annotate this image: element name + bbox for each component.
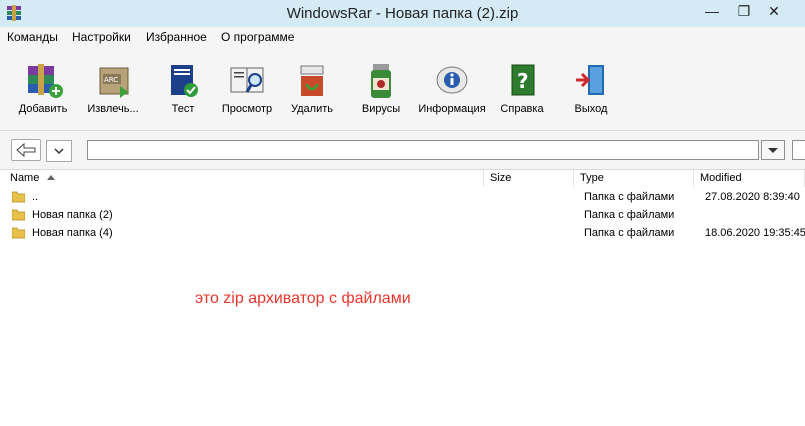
folder-icon [12, 227, 25, 239]
folder-icon [12, 209, 25, 221]
info-icon [436, 66, 468, 94]
minimize-button[interactable]: — [698, 0, 726, 22]
delete-label: Удалить [291, 103, 333, 115]
address-input[interactable] [87, 140, 759, 160]
extract-icon: ARC [99, 67, 129, 98]
file-type: Папка с файлами [584, 227, 675, 239]
exit-icon [576, 65, 604, 95]
menu-commands[interactable]: Команды [7, 30, 58, 44]
exit-button[interactable]: Выход [551, 60, 631, 128]
column-type[interactable]: Type [574, 170, 694, 187]
view-icon [230, 67, 264, 93]
file-row[interactable]: .. Папка с файлами 27.08.2020 8:39:40 [0, 188, 805, 206]
add-button[interactable]: Добавить [3, 60, 83, 128]
virus-scan-button[interactable]: Вирусы [341, 60, 421, 128]
title-bar: WindowsRar - Новая папка (2).zip — ❐ ✕ [0, 0, 805, 27]
close-button[interactable]: ✕ [760, 0, 788, 22]
triangle-down-icon [768, 148, 778, 153]
back-arrow-icon [16, 142, 36, 158]
add-archive-icon [28, 64, 63, 98]
file-name: Новая папка (4) [32, 227, 113, 239]
window-title: WindowsRar - Новая папка (2).zip [286, 5, 519, 22]
file-list-header: Name Size Type Modified [0, 170, 805, 187]
file-name: .. [32, 191, 39, 203]
file-name: Новая папка (2) [32, 209, 113, 221]
help-icon: ? [511, 64, 535, 96]
menu-about[interactable]: О программе [221, 30, 294, 44]
history-dropdown-button[interactable] [46, 140, 72, 162]
file-row[interactable]: Новая папка (2) Папка с файлами [0, 206, 805, 224]
maximize-button[interactable]: ❐ [730, 0, 758, 22]
exit-label: Выход [574, 103, 608, 115]
menu-bar: Команды Настройки Избранное О программе [0, 27, 805, 48]
annotation-text: это zip архиватор с файлами [195, 290, 411, 307]
extract-button[interactable]: ARC Извлечь... [73, 60, 153, 128]
svg-text:?: ? [517, 69, 529, 93]
file-row[interactable]: Новая папка (4) Папка с файлами 18.06.20… [0, 224, 805, 242]
column-size[interactable]: Size [484, 170, 574, 187]
info-label: Информация [418, 103, 486, 115]
info-button[interactable]: Информация [412, 60, 492, 128]
address-bar [0, 131, 805, 170]
file-type: Папка с файлами [584, 191, 675, 203]
svg-text:ARC: ARC [104, 76, 118, 84]
add-label: Добавить [18, 103, 68, 115]
delete-button[interactable]: Удалить [272, 60, 352, 128]
file-type: Папка с файлами [584, 209, 675, 221]
file-modified [705, 206, 805, 224]
extra-button[interactable] [792, 140, 805, 160]
virus-scan-icon [371, 64, 391, 98]
help-button[interactable]: ? Справка [482, 60, 562, 128]
folder-icon [12, 191, 25, 203]
column-name[interactable]: Name [4, 170, 484, 187]
delete-icon [300, 65, 324, 96]
menu-favorites[interactable]: Избранное [146, 30, 207, 44]
sort-ascending-icon [47, 175, 56, 180]
extract-label: Извлечь... [87, 103, 139, 115]
column-modified[interactable]: Modified [694, 170, 805, 187]
virus-scan-label: Вирусы [361, 103, 401, 115]
test-icon [171, 65, 198, 97]
chevron-down-icon [54, 148, 64, 155]
toolbar: Добавить ARC Извлечь... Тест Просмотр Уд… [0, 48, 805, 131]
address-dropdown-button[interactable] [761, 140, 785, 160]
up-folder-button[interactable] [11, 139, 41, 161]
file-modified: 18.06.2020 19:35:45 [705, 227, 805, 239]
column-name-label: Name [10, 172, 40, 184]
help-label: Справка [500, 103, 544, 115]
menu-settings[interactable]: Настройки [72, 30, 131, 44]
file-modified: 27.08.2020 8:39:40 [705, 191, 800, 203]
